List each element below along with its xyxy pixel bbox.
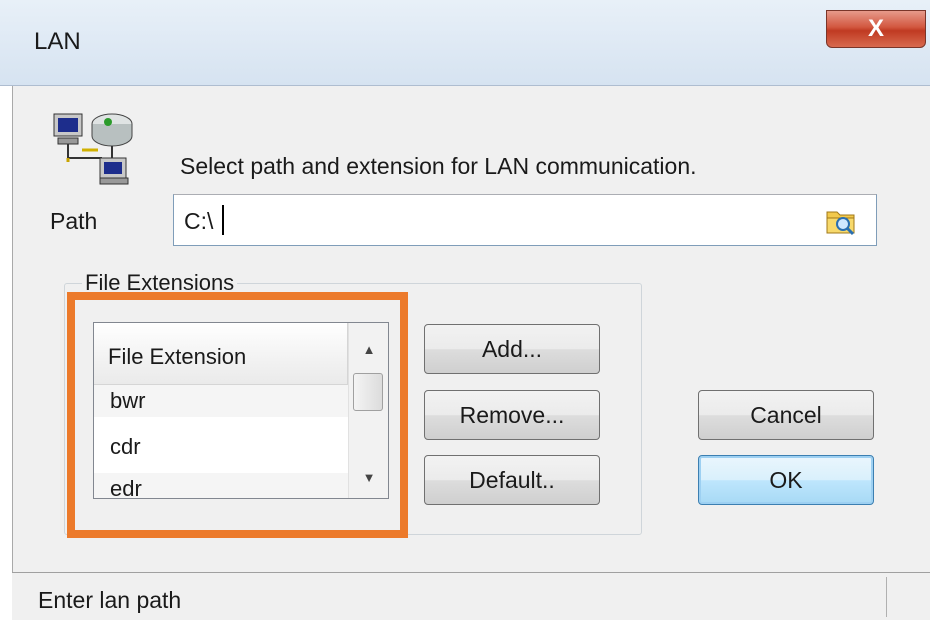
path-input-value: C:\ [184, 208, 214, 234]
status-bar: Enter lan path [12, 572, 930, 620]
default-button[interactable]: Default.. [424, 455, 600, 505]
close-button[interactable]: X [826, 10, 926, 48]
folder-browse-icon[interactable] [825, 206, 857, 236]
status-bar-divider [886, 577, 887, 617]
close-icon: X [867, 15, 884, 42]
window-bottom-edge [0, 620, 930, 630]
cancel-button[interactable]: Cancel [698, 390, 874, 440]
add-button[interactable]: Add... [424, 324, 600, 374]
highlight-annotation-box [67, 292, 408, 538]
instruction-text: Select path and extension for LAN commun… [180, 153, 697, 179]
ok-button[interactable]: OK [698, 455, 874, 505]
remove-button[interactable]: Remove... [424, 390, 600, 440]
network-computers-icon [53, 113, 133, 185]
path-input[interactable]: C:\ [173, 194, 877, 246]
lan-dialog: LAN X Select path and extension for LAN … [0, 0, 930, 630]
status-text: Enter lan path [38, 587, 182, 613]
file-extensions-group-label: File Extensions [82, 268, 238, 290]
title-bar[interactable]: LAN X [0, 0, 930, 86]
window-title: LAN [34, 28, 81, 55]
path-label: Path [50, 208, 98, 234]
text-caret [222, 205, 224, 235]
